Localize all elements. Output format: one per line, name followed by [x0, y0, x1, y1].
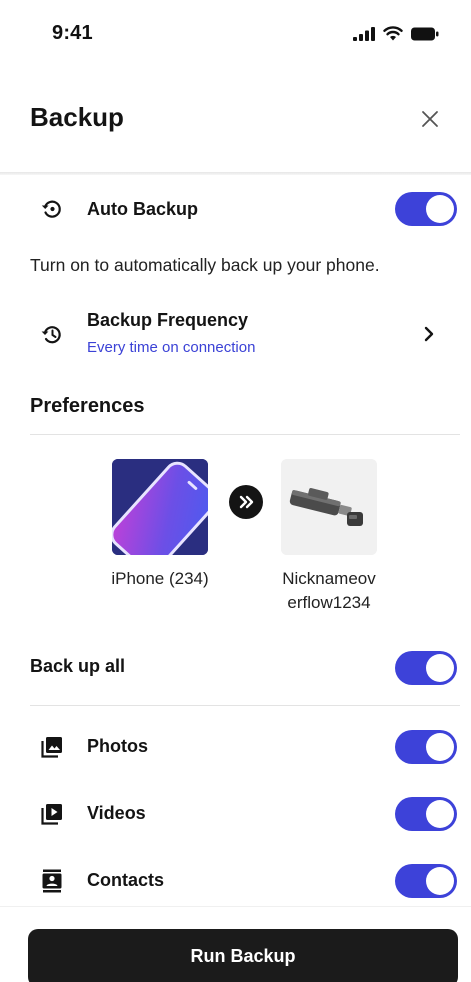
videos-row: Videos — [0, 794, 471, 834]
auto-backup-toggle[interactable] — [395, 192, 457, 226]
preferences-title: Preferences — [30, 395, 145, 417]
source-device-tile — [112, 459, 208, 555]
chevron-right-icon — [424, 326, 434, 342]
photos-label: Photos — [87, 736, 148, 756]
double-chevron-right-icon — [239, 495, 254, 509]
header-divider — [0, 172, 471, 175]
backup-all-label: Back up all — [30, 656, 126, 676]
backup-all-toggle[interactable] — [395, 651, 457, 685]
photo-library-icon — [40, 735, 64, 759]
toggle-knob — [426, 654, 454, 682]
videos-label: Videos — [87, 803, 146, 823]
backup-all-divider — [30, 705, 460, 706]
toggle-knob — [426, 867, 454, 895]
status-time: 9:41 — [52, 22, 93, 44]
restore-clock-icon — [40, 197, 64, 221]
auto-backup-description: Turn on to automatically back up your ph… — [30, 255, 380, 275]
video-library-icon — [40, 802, 64, 826]
target-device-name: Nicknameov erflow1234 — [282, 569, 376, 612]
wifi-icon — [383, 26, 403, 46]
photos-row: Photos — [0, 727, 471, 767]
photos-toggle[interactable] — [395, 730, 457, 764]
phone-icon — [112, 459, 208, 555]
flash-drive-icon — [281, 459, 377, 555]
close-button[interactable] — [413, 102, 447, 136]
backup-frequency-chevron[interactable] — [421, 324, 437, 344]
source-device-name: iPhone (234) — [111, 569, 209, 588]
preferences-divider — [30, 434, 460, 435]
transfer-arrow — [229, 485, 263, 519]
videos-toggle[interactable] — [395, 797, 457, 831]
status-bar: 9:41 — [0, 0, 471, 72]
backup-all-row: Back up all — [0, 648, 471, 688]
status-icons — [353, 26, 439, 46]
cellular-signal-icon — [353, 26, 375, 46]
contacts-icon — [40, 869, 64, 893]
toggle-knob — [426, 800, 454, 828]
run-backup-button[interactable]: Run Backup — [28, 929, 458, 982]
toggle-knob — [426, 195, 454, 223]
backup-frequency-value: Every time on connection — [87, 339, 256, 356]
history-icon — [40, 322, 64, 346]
page-title: Backup — [30, 102, 124, 132]
contacts-label: Contacts — [87, 870, 165, 890]
contacts-row: Contacts — [0, 861, 471, 901]
battery-icon — [411, 27, 439, 46]
close-icon — [422, 111, 438, 127]
backup-screen: 9:41 Backup Auto Backup Turn on to autom… — [0, 0, 471, 982]
toggle-knob — [426, 733, 454, 761]
auto-backup-row: Auto Backup — [0, 186, 471, 236]
contacts-toggle[interactable] — [395, 864, 457, 898]
target-device-tile — [281, 459, 377, 555]
header: Backup — [0, 72, 471, 174]
auto-backup-label: Auto Backup — [87, 199, 199, 219]
backup-frequency-label: Backup Frequency — [87, 310, 249, 330]
